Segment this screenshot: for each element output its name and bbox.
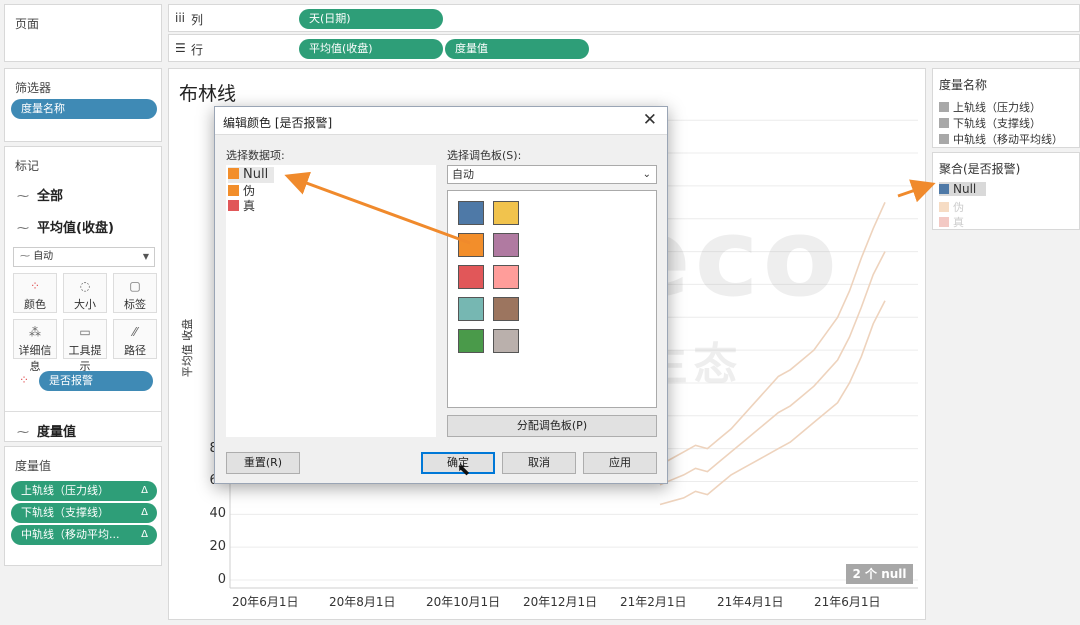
annotation-arrows	[284, 171, 936, 245]
annotation-arrow-dialog	[284, 171, 471, 245]
annotation-arrow-legend	[897, 179, 936, 203]
